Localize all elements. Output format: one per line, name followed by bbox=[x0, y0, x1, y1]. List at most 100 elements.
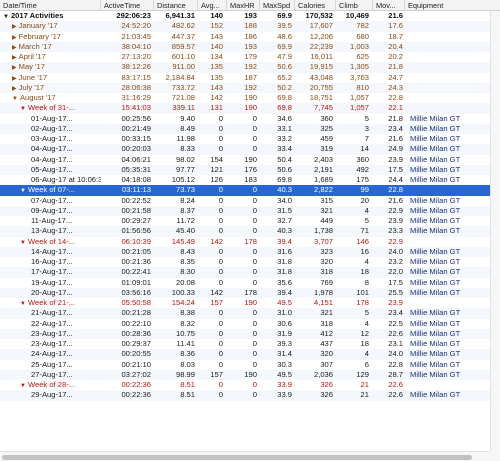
week-row[interactable]: ▼ Week of 28-... 00:22:36 8.51 0 0 33.9 326 21 22… bbox=[0, 380, 490, 390]
activity-row[interactable]: 23-Aug-17... 00:28:36 10.75 0 0 31.9 412 12 22.6… bbox=[0, 328, 490, 339]
activity-row[interactable]: 09-Aug-17... 00:21:58 8.37 0 0 31.5 321 4 22.9 Mi… bbox=[0, 205, 490, 216]
column-header-climb[interactable]: Climb bbox=[336, 0, 373, 11]
cell-maxspd: 48.6 bbox=[277, 31, 292, 41]
activity-row[interactable]: 24-Aug-17... 00:20:55 8.36 0 0 31.4 320 4 24.0 Mi… bbox=[0, 349, 490, 360]
activity-row[interactable]: 21-Aug-17... 00:21:28 8.38 0 0 31.0 321 5 23.4 Mi… bbox=[0, 308, 490, 319]
cell-date-text: 07-Aug-17... bbox=[31, 195, 73, 205]
cell-cal: 459 bbox=[320, 134, 333, 143]
disclosure-open-icon[interactable]: ▼ bbox=[20, 381, 26, 390]
disclosure-closed-icon[interactable]: ▶ bbox=[12, 53, 17, 62]
cell-active: 00:21:58 bbox=[121, 205, 151, 215]
month-row[interactable]: ▶ June '17 83:17:15 2,184.84 135 187 65.2 43,04… bbox=[0, 73, 490, 83]
activity-row[interactable]: 11-Aug-17... 00:29:27 11.72 0 0 32.7 449 5 23.9 M… bbox=[0, 216, 490, 226]
cell-maxhr: 0 bbox=[252, 216, 257, 225]
activity-row[interactable]: 17-Aug-17... 00:22:41 8.30 0 0 31.8 318 18 22.0 M… bbox=[0, 267, 490, 278]
cell-maxhr: 0 bbox=[252, 185, 257, 195]
disclosure-open-icon[interactable]: ▼ bbox=[20, 238, 26, 247]
month-row[interactable]: ▶ May '17 38:12:26 911.00 135 192 50.6 19,915 1,… bbox=[0, 62, 490, 73]
cell-date-text: 23-Aug-17... bbox=[31, 339, 73, 348]
cell-cal: 12,206 bbox=[309, 31, 333, 41]
activity-row[interactable]: 01-Aug-17... 00:25:56 9.40 0 0 34.6 360 5 21.8 Mi… bbox=[0, 114, 490, 124]
disclosure-open-icon[interactable]: ▼ bbox=[20, 186, 26, 195]
week-row[interactable]: ▼ Week of 07-... 03:11:13 73.73 0 0 40.3 2,822 9… bbox=[0, 185, 490, 196]
disclosure-closed-icon[interactable]: ▶ bbox=[12, 84, 17, 93]
cell-maxhr: 179 bbox=[244, 52, 257, 61]
horizontal-scrollbar[interactable] bbox=[0, 451, 490, 461]
cell-dist: 721.08 bbox=[171, 93, 195, 102]
cell-date-text: June '17 bbox=[18, 72, 48, 82]
month-row[interactable]: ▶ July '17 28:06:38 733.72 143 192 50.2 20,755 8… bbox=[0, 82, 490, 93]
activity-row[interactable]: 04-Aug-17... 04:06:21 98.02 154 190 50.4 2,403… bbox=[0, 155, 490, 165]
month-row[interactable]: ▶ March '17 38:04:10 859.57 140 193 69.9 22,239… bbox=[0, 41, 490, 52]
disclosure-open-icon[interactable]: ▼ bbox=[20, 299, 26, 308]
disclosure-open-icon[interactable]: ▼ bbox=[20, 104, 26, 113]
activity-row[interactable]: 06-Aug-17 at 10:06:36 04:18:08 105.12 126 18… bbox=[0, 175, 490, 185]
activity-row[interactable]: 13-Aug-17... 01:56:56 45.40 0 0 40.3 1,738 71 23… bbox=[0, 226, 490, 237]
cell-climb: 4 bbox=[364, 349, 369, 359]
cell-equipment: Millie Milan GT bbox=[410, 144, 461, 154]
cell-climb: 101 bbox=[356, 287, 369, 297]
total-row[interactable]: ▼ 2017 Activities 292:06:23 6,941.31 140 193 6… bbox=[0, 11, 490, 21]
column-header-movspd[interactable]: Mov... bbox=[373, 0, 405, 11]
cell-date-text: 04-Aug-17... bbox=[31, 144, 73, 154]
activity-row[interactable]: 19-Aug-17... 01:09:01 20.08 0 0 35.6 769 8 17.5 M… bbox=[0, 278, 490, 288]
month-row[interactable]: ▶ April '17 27:13:20 601.10 134 179 47.9 16,011… bbox=[0, 52, 490, 62]
cell-active: 00:22:36 bbox=[121, 380, 151, 389]
disclosure-closed-icon[interactable]: ▶ bbox=[12, 43, 17, 52]
cell-equipment bbox=[410, 83, 488, 93]
cell-maxspd: 39.4 bbox=[277, 287, 292, 297]
cell-date: ▶ June '17 bbox=[12, 73, 101, 83]
activity-row[interactable]: 04-Aug-17... 00:20:03 8.33 0 0 33.4 319 14 24.9 M… bbox=[0, 144, 490, 155]
column-header-activetime[interactable]: ActiveTime bbox=[101, 0, 154, 11]
cell-climb: 4 bbox=[364, 318, 369, 328]
activity-outline-table[interactable]: ▼ 2017 Activities 292:06:23 6,941.31 140 193 6… bbox=[0, 11, 490, 451]
activity-row[interactable]: 16-Aug-17... 00:21:36 8.35 0 0 31.8 320 4 23.2 Mi… bbox=[0, 257, 490, 267]
column-header-distance[interactable]: Distance bbox=[154, 0, 198, 11]
activity-row[interactable]: 22-Aug-17... 00:22:10 8.32 0 0 30.6 318 4 22.5 Mi… bbox=[0, 319, 490, 329]
cell-climb: 12 bbox=[360, 328, 369, 338]
month-row[interactable]: ▼ August '17 31:16:29 721.08 142 190 69.8 18,75… bbox=[0, 93, 490, 103]
activity-row[interactable]: 05-Aug-17... 05:35:31 97.77 121 176 50.6 2,191… bbox=[0, 164, 490, 175]
activity-row[interactable]: 27-Aug-17... 03:27:02 98.99 157 190 49.5 2,036… bbox=[0, 369, 490, 380]
column-header-maxspd[interactable]: MaxSpd bbox=[260, 0, 295, 11]
month-row[interactable]: ▶ January '17 24:52:20 482.62 152 188 39.5 17,6… bbox=[0, 21, 490, 32]
activity-row[interactable]: 25-Aug-17... 00:21:10 8.03 0 0 30.3 307 6 22.8 Mi… bbox=[0, 360, 490, 370]
cell-avg: 0 bbox=[218, 390, 223, 400]
horizontal-scroll-thumb[interactable] bbox=[2, 455, 472, 460]
cell-date: 20-Aug-17... bbox=[31, 288, 101, 298]
cell-date: ▶ February '17 bbox=[12, 32, 101, 42]
column-header-date[interactable]: Date/Time bbox=[0, 0, 101, 11]
week-row[interactable]: ▼ Week of 21-... 05:50:58 154.24 157 190 49.5 4… bbox=[0, 298, 490, 308]
activity-row[interactable]: 03-Aug-17... 00:33:15 11.98 0 0 33.2 459 7 21.6 M… bbox=[0, 134, 490, 144]
week-row[interactable]: ▼ Week of 14-... 06:10:39 145.49 142 178 39.4 3… bbox=[0, 237, 490, 247]
vertical-scrollbar[interactable] bbox=[490, 11, 500, 451]
column-header-maxhr[interactable]: MaxHR bbox=[227, 0, 260, 11]
activity-row[interactable]: 20-Aug-17... 03:56:16 100.33 142 178 39.4 1,97… bbox=[0, 287, 490, 298]
activity-row[interactable]: 29-Aug-17... 00:22:36 8.51 0 0 33.9 326 21 22.6 M… bbox=[0, 390, 490, 401]
cell-cal: 318 bbox=[320, 318, 333, 328]
cell-maxhr: 192 bbox=[244, 82, 257, 92]
cell-maxspd: 31.8 bbox=[277, 267, 292, 277]
cell-active: 21:03:45 bbox=[121, 31, 151, 41]
disclosure-closed-icon[interactable]: ▶ bbox=[12, 33, 17, 42]
disclosure-closed-icon[interactable]: ▶ bbox=[12, 63, 17, 72]
column-header-avg[interactable]: Avg... bbox=[198, 0, 227, 11]
cell-equipment bbox=[410, 11, 488, 21]
disclosure-closed-icon[interactable]: ▶ bbox=[12, 22, 17, 31]
cell-equipment: Millie Milan GT bbox=[410, 205, 461, 215]
week-row[interactable]: ▼ Week of 31-... 15:41:03 339.11 131 190 69.8 7… bbox=[0, 103, 490, 114]
cell-active: 83:17:15 bbox=[121, 72, 151, 82]
activity-row[interactable]: 07-Aug-17... 00:22:52 8.24 0 0 34.0 315 20 21.6 M… bbox=[0, 196, 490, 206]
cell-equipment: Millie Milan GT bbox=[410, 257, 461, 266]
month-row[interactable]: ▶ February '17 21:03:45 447.37 143 186 48.6 12,… bbox=[0, 32, 490, 42]
column-header-equipment[interactable]: Equipment bbox=[405, 0, 500, 11]
disclosure-open-icon[interactable]: ▼ bbox=[3, 12, 9, 21]
disclosure-open-icon[interactable]: ▼ bbox=[12, 94, 18, 103]
activity-row[interactable]: 14-Aug-17... 00:21:05 8.43 0 0 31.6 323 16 24.0 M… bbox=[0, 246, 490, 257]
activity-row[interactable]: 23-Aug-17... 00:29:37 11.41 0 0 39.3 437 18 23.1… bbox=[0, 339, 490, 349]
disclosure-closed-icon[interactable]: ▶ bbox=[12, 74, 17, 83]
cell-date-text: 20-Aug-17... bbox=[31, 287, 73, 297]
activity-row[interactable]: 02-Aug-17... 00:21:49 8.49 0 0 33.1 325 3 23.4 Mi… bbox=[0, 123, 490, 134]
cell-avg: 0 bbox=[218, 349, 223, 359]
column-header-calories[interactable]: Calories bbox=[295, 0, 336, 11]
